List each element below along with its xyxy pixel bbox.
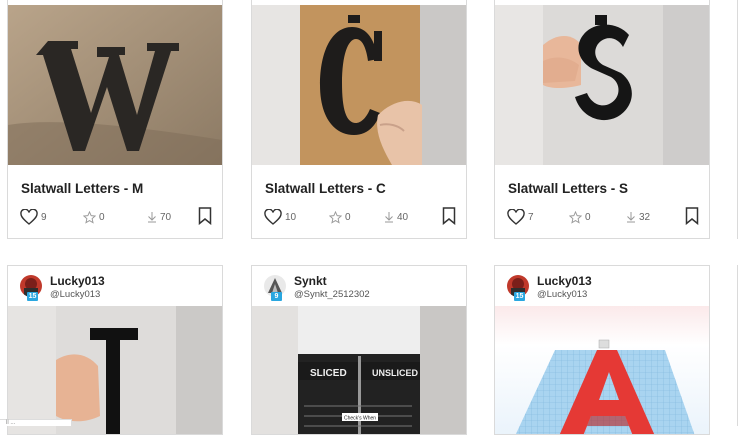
bookmark-icon xyxy=(685,207,699,226)
post-card[interactable]: 15 Lucky013 @Lucky013 xyxy=(494,265,710,435)
post-image[interactable] xyxy=(8,306,222,434)
project-stats: 7 0 32 xyxy=(507,206,699,228)
project-card[interactable]: Slatwall Letters - M 9 0 70 xyxy=(7,0,223,239)
level-badge: 15 xyxy=(514,292,525,301)
favorite-button[interactable]: 0 xyxy=(329,206,351,228)
unsliced-sign: UNSLICED xyxy=(372,368,419,378)
post-owner[interactable]: 9 Synkt @Synkt_2512302 xyxy=(264,273,454,303)
post-card[interactable]: 15 Lucky013 @Lucky013 xyxy=(7,265,223,435)
project-thumbnail[interactable] xyxy=(8,5,222,165)
project-title[interactable]: Slatwall Letters - C xyxy=(265,181,386,196)
download-count: 70 xyxy=(160,211,172,223)
user-handle[interactable]: @Lucky013 xyxy=(537,289,587,300)
user-handle[interactable]: @Lucky013 xyxy=(50,289,100,300)
user-name[interactable]: Lucky013 xyxy=(537,274,592,288)
like-count: 9 xyxy=(41,211,47,223)
like-button[interactable]: 10 xyxy=(264,206,296,228)
bookmark-button[interactable] xyxy=(442,207,456,230)
post-owner[interactable]: 15 Lucky013 @Lucky013 xyxy=(507,273,697,303)
download-count: 40 xyxy=(397,211,409,223)
favorite-count: 0 xyxy=(345,211,351,223)
post-image[interactable] xyxy=(495,306,709,434)
like-button[interactable]: 7 xyxy=(507,206,534,228)
favorite-count: 0 xyxy=(585,211,591,223)
download-stat: 70 xyxy=(147,206,171,228)
bookmark-icon xyxy=(442,207,456,226)
download-icon xyxy=(148,212,156,223)
favorite-count: 0 xyxy=(99,211,105,223)
project-thumbnail[interactable] xyxy=(495,5,709,165)
like-count: 10 xyxy=(285,211,297,223)
post-card[interactable]: 9 Synkt @Synkt_2512302 SLICED UNSLICED C… xyxy=(251,265,467,435)
user-handle[interactable]: @Synkt_2512302 xyxy=(294,289,370,300)
heart-icon xyxy=(507,209,525,225)
favorite-button[interactable]: 0 xyxy=(83,206,105,228)
project-card[interactable]: Slatwall Letters - S 7 0 32 xyxy=(494,0,710,239)
user-name[interactable]: Lucky013 xyxy=(50,274,105,288)
project-stats: 10 0 40 xyxy=(264,206,456,228)
download-icon xyxy=(627,212,635,223)
download-stat: 32 xyxy=(626,206,650,228)
heart-icon xyxy=(20,209,38,225)
favorite-button[interactable]: 0 xyxy=(569,206,591,228)
project-title[interactable]: Slatwall Letters - S xyxy=(508,181,628,196)
photo-label: Check's When xyxy=(344,416,376,422)
bookmark-button[interactable] xyxy=(685,207,699,230)
download-icon xyxy=(385,212,393,223)
bookmark-button[interactable] xyxy=(198,207,212,230)
heart-icon xyxy=(264,209,282,225)
user-name[interactable]: Synkt xyxy=(294,274,327,288)
star-icon xyxy=(83,210,96,224)
status-corner: ll ... xyxy=(0,419,72,426)
star-icon xyxy=(569,210,582,224)
like-count: 7 xyxy=(528,211,534,223)
post-owner[interactable]: 15 Lucky013 @Lucky013 xyxy=(20,273,210,303)
post-image[interactable]: SLICED UNSLICED Check's When xyxy=(252,306,466,434)
level-badge: 9 xyxy=(271,292,282,301)
bookmark-icon xyxy=(198,207,212,226)
star-icon xyxy=(329,210,342,224)
project-stats: 9 0 70 xyxy=(20,206,212,228)
like-button[interactable]: 9 xyxy=(20,206,47,228)
download-stat: 40 xyxy=(384,206,408,228)
sliced-sign: SLICED xyxy=(310,368,347,379)
project-card[interactable]: Slatwall Letters - C 10 0 40 xyxy=(251,0,467,239)
level-badge: 15 xyxy=(27,292,38,301)
download-count: 32 xyxy=(639,211,651,223)
project-title[interactable]: Slatwall Letters - M xyxy=(21,181,143,196)
project-thumbnail[interactable] xyxy=(252,5,466,165)
